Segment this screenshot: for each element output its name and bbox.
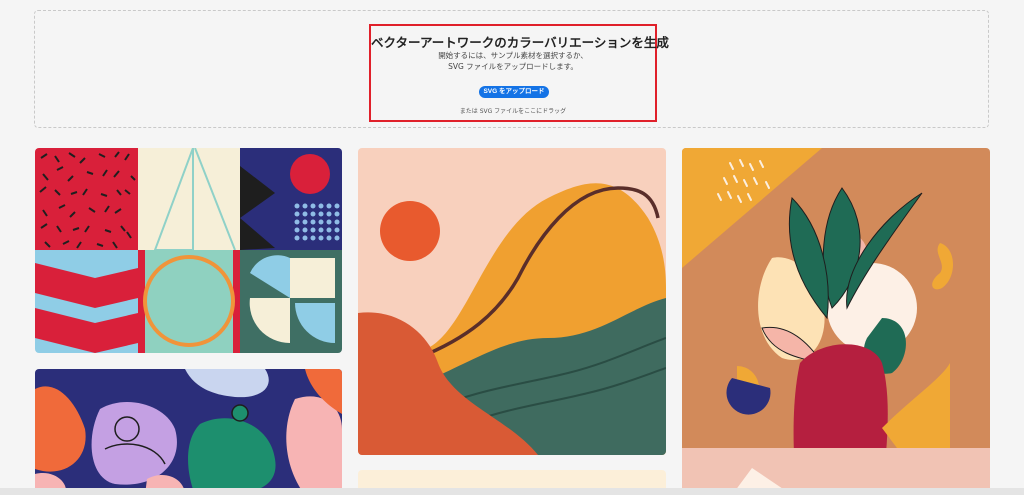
horizontal-scrollbar[interactable] — [0, 488, 1024, 495]
drag-hint: または SVG ファイルをここにドラッグ — [459, 108, 567, 115]
sample-card-botanical[interactable] — [682, 148, 990, 495]
geometric-pattern-image — [35, 148, 342, 353]
botanical-image — [682, 148, 990, 495]
sample-card-people[interactable] — [35, 369, 342, 495]
upload-highlight-box: ベクターアートワークのカラーバリエーションを生成 開始するには、サンプル素材を選… — [369, 24, 669, 122]
sample-card-landscape[interactable] — [358, 148, 666, 455]
people-pattern-image — [35, 369, 342, 495]
upload-description: 開始するには、サンプル素材を選択するか、 SVG ファイルをアップロードします。 — [371, 50, 655, 72]
upload-svg-button[interactable]: SVG をアップロード — [479, 86, 549, 98]
page-title: ベクターアートワークのカラーバリエーションを生成 — [371, 35, 669, 50]
landscape-image — [358, 148, 666, 455]
sample-card-geometric[interactable] — [35, 148, 342, 353]
description-line-2: SVG ファイルをアップロードします。 — [448, 62, 578, 71]
description-line-1: 開始するには、サンプル素材を選択するか、 — [438, 51, 588, 60]
